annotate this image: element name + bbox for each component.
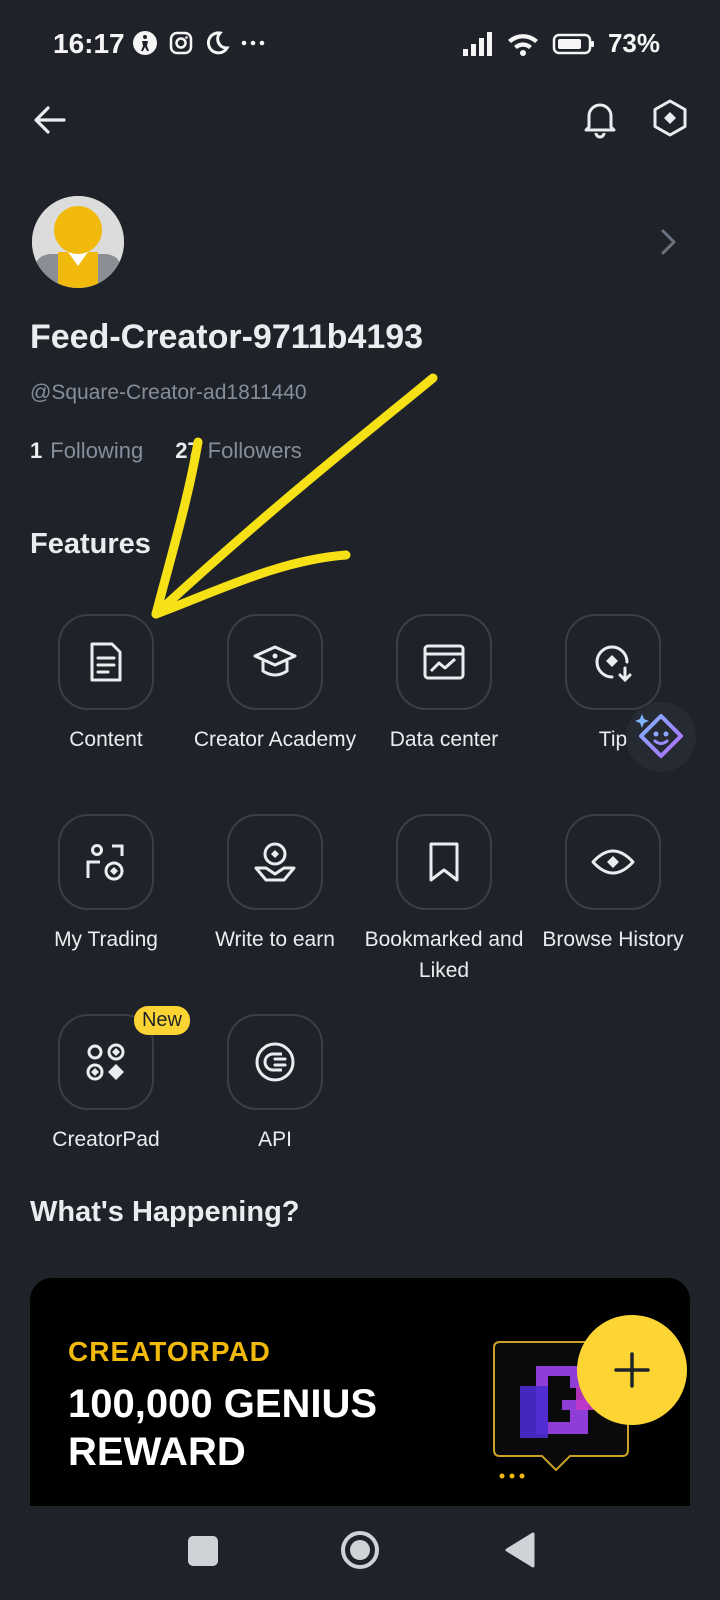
new-badge: New [133, 1006, 190, 1035]
whats-happening-title: What's Happening? [30, 1196, 300, 1228]
bookmark-icon [429, 842, 459, 882]
recents-button[interactable] [188, 1536, 218, 1566]
feature-label: Data center [389, 728, 499, 751]
feature-browse-history[interactable]: Browse History [528, 814, 698, 955]
feature-label: Write to earn [215, 928, 335, 951]
feature-icon-box [565, 614, 661, 710]
triangle-back-icon [505, 1532, 535, 1568]
eye-icon [591, 849, 635, 875]
battery-percent: 73% [607, 28, 660, 58]
accessibility-icon [133, 31, 157, 55]
assistant-bubble-button[interactable] [626, 702, 696, 772]
notifications-button[interactable] [578, 96, 622, 140]
followers-count: 27 [175, 438, 200, 463]
profile-handle: @Square-Creator-ad1811440 [30, 381, 307, 404]
more-dots-icon [241, 40, 265, 46]
feature-icon-box: New [58, 1006, 190, 1110]
feature-my-trading[interactable]: My Trading [21, 814, 191, 955]
battery-icon [552, 33, 594, 54]
feature-label: My Trading [54, 928, 158, 951]
feature-icon-box [565, 814, 661, 910]
feature-icon-box [227, 1014, 323, 1110]
avatar-image [32, 196, 124, 288]
profile-username: Feed-Creator-9711b4193 [30, 318, 424, 356]
feature-label: Browse History [542, 928, 684, 951]
write-earn-icon [254, 842, 296, 882]
feature-write-to-earn[interactable]: Write to earn [190, 814, 360, 955]
instagram-icon [169, 31, 193, 55]
feature-label: Bookmarked and Liked [364, 928, 524, 982]
system-nav-bar [0, 1506, 720, 1600]
feature-bookmarked-and-liked[interactable]: Bookmarked and Liked [359, 814, 529, 986]
following-stat[interactable]: 1 Following [30, 438, 143, 464]
create-post-button[interactable] [577, 1315, 687, 1425]
banner-headline: 100,000 GENIUS REWARD [68, 1382, 378, 1474]
plus-icon [614, 1352, 650, 1388]
status-time: 16:17 [53, 28, 125, 59]
trading-icon [86, 844, 124, 881]
status-bar: 16:17 73% [0, 0, 720, 90]
moon-icon [206, 31, 230, 55]
signal-icon [462, 31, 492, 56]
following-count: 1 [30, 438, 43, 463]
followers-stat[interactable]: 27 Followers [175, 438, 302, 464]
feature-icon-box [396, 814, 492, 910]
top-nav [0, 90, 720, 146]
api-icon [255, 1042, 295, 1082]
settings-button[interactable] [648, 96, 692, 140]
feature-icon-box [396, 614, 492, 710]
feature-icon-box [58, 814, 154, 910]
feature-data-center[interactable]: Data center [359, 614, 529, 755]
hexagon-settings-icon [653, 99, 687, 137]
bell-icon [584, 103, 616, 139]
feature-label: Creator Academy [193, 728, 357, 751]
ai-assistant-icon [635, 714, 683, 758]
feature-icon-box [58, 614, 154, 710]
feature-creator-academy[interactable]: Creator Academy [190, 614, 360, 755]
chevron-right-icon [661, 229, 676, 255]
system-back-button[interactable] [503, 1530, 537, 1570]
feature-icon-box [227, 614, 323, 710]
banner-kicker: CREATORPAD [68, 1336, 271, 1367]
wifi-icon [507, 33, 538, 56]
feature-label: Content [69, 728, 143, 751]
creatorpad-icon [86, 1043, 125, 1081]
followers-label: Followers [207, 438, 302, 463]
home-circle-icon [341, 1531, 379, 1569]
home-button[interactable] [340, 1530, 380, 1570]
follow-stats: 1 Following 27 Followers [30, 438, 302, 464]
feature-creatorpad[interactable]: New CreatorPad [21, 1006, 191, 1155]
arrow-left-icon [34, 106, 66, 134]
feature-icon-box [227, 814, 323, 910]
profile-chevron-button[interactable] [656, 226, 680, 258]
avatar[interactable] [32, 196, 124, 288]
tip-icon [595, 645, 632, 683]
following-label: Following [50, 438, 144, 463]
chart-window-icon [423, 644, 465, 680]
feature-label: API [258, 1128, 292, 1151]
features-title: Features [30, 528, 151, 560]
back-button[interactable] [28, 98, 72, 142]
document-icon [90, 642, 122, 682]
feature-api[interactable]: API [190, 1014, 360, 1155]
feature-content[interactable]: Content [21, 614, 191, 755]
graduation-cap-icon [253, 645, 297, 677]
feature-label: CreatorPad [52, 1128, 160, 1151]
